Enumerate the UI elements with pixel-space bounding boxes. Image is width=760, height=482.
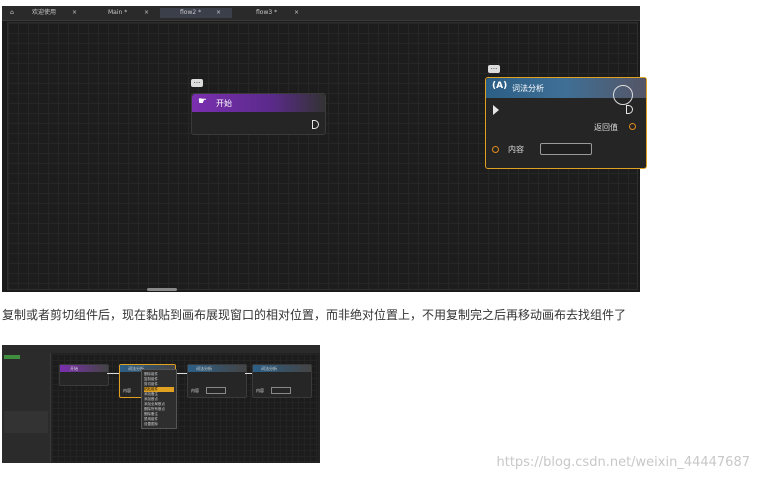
start-node-header: ☛ 开始 — [192, 94, 325, 112]
small-node-title: 词法分析 — [261, 366, 277, 371]
small-node-header: 词法分析 — [253, 365, 311, 372]
small-sidebar-button[interactable] — [4, 355, 20, 359]
description-paragraph: 复制或者剪切组件后，现在黏贴到画布展现窗口的相对位置，而非绝对位置上，不用复制完… — [2, 308, 627, 322]
return-value-label: 返回值 — [594, 123, 618, 132]
tab-welcome[interactable]: 欢迎使用 — [28, 8, 72, 18]
flow-out-pin[interactable] — [626, 105, 633, 114]
small-sidebar — [2, 353, 51, 463]
small-tab-bar — [2, 345, 320, 353]
small-node-header: 开始 — [60, 365, 108, 372]
tab-close-icon[interactable]: × — [294, 8, 299, 18]
node-round-handle[interactable] — [613, 85, 633, 105]
tab-close-icon[interactable]: × — [72, 8, 77, 18]
node-menu-dots[interactable]: ... — [191, 78, 203, 87]
content-input[interactable] — [540, 143, 592, 155]
tab-bar: ⌂ 欢迎使用 × Main * × flow2 * × flow3 * × — [2, 6, 640, 21]
editor-screenshot-large: ⌂ 欢迎使用 × Main * × flow2 * × flow3 * × ..… — [2, 6, 647, 292]
cropped-caption-line — [0, 0, 460, 5]
flow-canvas[interactable]: ... ☛ 开始 ... (A) 词法分析 返回值 内容 — [7, 22, 647, 290]
small-start-node[interactable]: 开始 — [59, 364, 109, 386]
small-content-label: 内容 — [191, 388, 199, 393]
home-icon[interactable]: ⌂ — [10, 8, 14, 18]
small-content-input[interactable] — [271, 387, 291, 394]
content-input-pin[interactable] — [492, 146, 499, 153]
horizontal-scrollbar[interactable] — [147, 288, 177, 291]
node-menu-dots[interactable]: ... — [488, 64, 500, 73]
small-lexer-node[interactable]: 词法分析 内容 — [252, 364, 312, 398]
return-value-pin[interactable] — [629, 123, 636, 130]
start-node-title: 开始 — [216, 99, 232, 108]
small-sidebar-panel — [4, 411, 48, 433]
variable-icon: (A) — [492, 81, 508, 91]
pointing-hand-icon: ☛ — [198, 96, 207, 107]
tab-label: flow2 * — [180, 9, 202, 16]
lexer-node-title: 词法分析 — [512, 84, 544, 93]
tab-close-icon[interactable]: × — [216, 8, 221, 18]
flow-in-pin[interactable] — [493, 105, 499, 115]
tab-label: 欢迎使用 — [32, 9, 57, 16]
context-menu[interactable]: 删除组件 复制组件 剪切组件 粘贴组件 添加备注 添加断点 添加全局断点 删除所… — [141, 369, 177, 429]
tab-close-icon[interactable]: × — [144, 8, 149, 18]
small-connector — [245, 373, 252, 374]
small-content-label: 内容 — [256, 388, 264, 393]
small-connector — [107, 373, 119, 374]
menu-item[interactable]: 设置图标 — [144, 422, 174, 427]
flow-out-pin[interactable] — [312, 120, 319, 129]
small-node-title: 开始 — [70, 366, 78, 371]
tab-label: flow3 * — [256, 9, 278, 16]
tab-label: Main * — [108, 9, 128, 16]
small-content-label: 内容 — [123, 388, 131, 393]
content-label: 内容 — [508, 145, 524, 154]
start-node[interactable]: ☛ 开始 — [191, 93, 326, 135]
small-canvas[interactable]: 开始 词法分析 内容 词法分析 内容 词法分析 内容 — [52, 354, 318, 461]
small-node-title: 词法分析 — [196, 366, 212, 371]
small-lexer-node[interactable]: 词法分析 内容 — [187, 364, 247, 398]
tab-flow2[interactable]: flow2 * — [160, 8, 232, 18]
watermark: https://blog.csdn.net/weixin_44447687 — [496, 455, 750, 470]
small-content-input[interactable] — [206, 387, 226, 394]
small-node-header: 词法分析 — [188, 365, 246, 372]
